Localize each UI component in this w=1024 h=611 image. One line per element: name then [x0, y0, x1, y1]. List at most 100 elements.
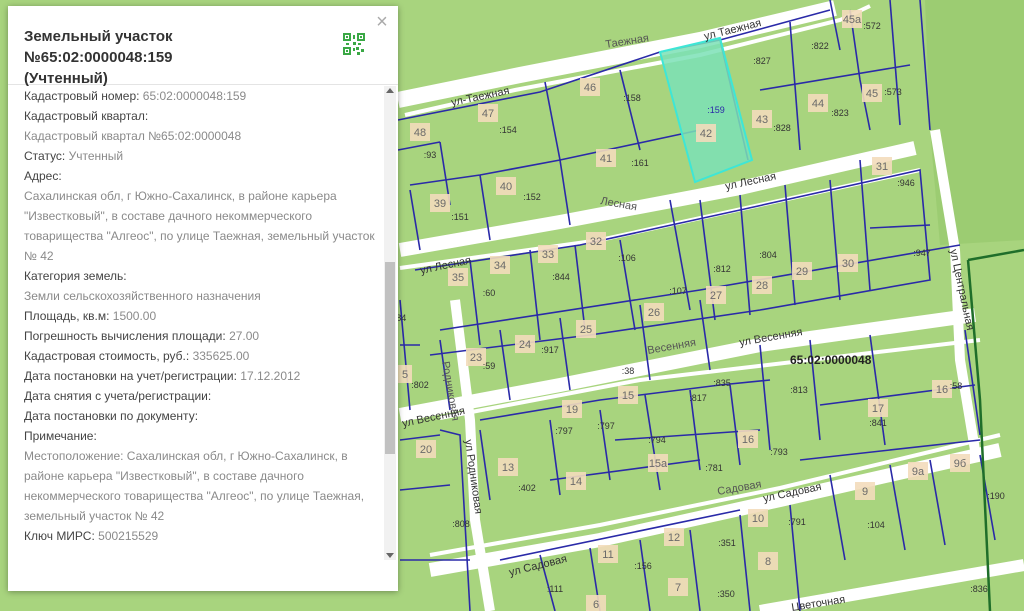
field-key: Кадастровый номер: — [24, 89, 143, 103]
parcel-code: :159 — [707, 105, 725, 115]
parcel-code: :152 — [523, 192, 541, 202]
parcel-info-popup: Земельный участок №65:02:0000048:159 (Уч… — [8, 6, 398, 591]
parcel-code: :154 — [499, 125, 517, 135]
field-area: Площадь, кв.м: 1500.00 — [24, 306, 379, 326]
plot-number: 45 — [866, 88, 878, 100]
field-note: Примечание: — [24, 426, 379, 446]
parcel-code: :828 — [773, 123, 791, 133]
plot-number: 16 — [936, 384, 948, 396]
field-cadastral-quarter: Кадастровый квартал: — [24, 106, 379, 126]
plot-number: 29 — [796, 266, 808, 278]
parcel-code: :797 — [555, 426, 573, 436]
field-key: Адрес: — [24, 169, 62, 183]
parcel-code: :917 — [541, 345, 559, 355]
plot-number: 27 — [710, 290, 722, 302]
plot-number: 26 — [648, 307, 660, 319]
field-key: Ключ МИРС: — [24, 529, 99, 543]
plot-number: 8 — [765, 556, 771, 568]
field-value: 65:02:0000048:159 — [142, 89, 247, 103]
plot-number: 46 — [584, 82, 596, 94]
quarter-label: 65:02:0000048 — [790, 353, 872, 367]
field-registration-date: Дата постановки на учет/регистрации: 17.… — [24, 366, 379, 386]
field-key: Категория земель: — [24, 269, 127, 283]
parcel-code: :841 — [869, 418, 887, 428]
parcel-code: :844 — [552, 272, 570, 282]
plot-number: 32 — [590, 236, 602, 248]
plot-number: 23 — [470, 352, 482, 364]
field-value: Учтенный — [68, 149, 124, 163]
scroll-up-arrow-icon[interactable] — [386, 88, 394, 93]
field-key: Дата снятия с учета/регистрации: — [24, 389, 212, 403]
plot-number: 43 — [756, 114, 768, 126]
field-key: Кадастровая стоимость, руб.: — [24, 349, 193, 363]
parcel-code: :93 — [424, 150, 437, 160]
field-land-category-value: Земли сельскохозяйственного назначения — [24, 289, 261, 303]
parcel-code: :813 — [790, 385, 808, 395]
field-value: 335625.00 — [192, 349, 250, 363]
field-document-date: Дата постановки по документу: — [24, 406, 379, 426]
parcel-code: :151 — [451, 212, 469, 222]
field-cadastral-number: Кадастровый номер: 65:02:0000048:159 — [24, 86, 379, 106]
field-address-value: Сахалинская обл, г Южно-Сахалинск, в рай… — [24, 189, 375, 263]
parcel-code: :58 — [950, 381, 963, 391]
close-icon[interactable]: × — [374, 12, 390, 32]
field-key: Дата постановки по документу: — [24, 409, 199, 423]
parcel-code: :946 — [897, 178, 915, 188]
parcel-code: :822 — [811, 41, 829, 51]
parcel-code: :59 — [483, 361, 496, 371]
parcel-code: :573 — [884, 87, 902, 97]
parcel-code: :350 — [717, 589, 735, 599]
popup-title: Земельный участок №65:02:0000048:159 (Уч… — [24, 26, 324, 89]
plot-number: 45а — [843, 14, 862, 26]
field-address: Адрес: — [24, 166, 379, 186]
plot-number: 35 — [452, 272, 464, 284]
plot-number: 33 — [542, 249, 554, 261]
plot-number: 20 — [420, 444, 432, 456]
parcel-code: :107 — [669, 286, 687, 296]
field-status: Статус: Учтенный — [24, 146, 379, 166]
popup-header: Земельный участок №65:02:0000048:159 (Уч… — [8, 6, 398, 87]
plot-number: 14 — [570, 476, 582, 488]
plot-number: 9 — [862, 486, 868, 498]
plot-number: 17 — [872, 403, 884, 415]
scroll-down-arrow-icon[interactable] — [386, 553, 394, 558]
scrollbar-thumb[interactable] — [385, 262, 395, 454]
popup-body: Кадастровый номер: 65:02:0000048:159 Кад… — [24, 86, 379, 566]
field-cadastral-quarter-value: Кадастровый квартал №65:02:0000048 — [24, 129, 242, 143]
plot-number: 24 — [519, 339, 531, 351]
parcel-code: :812 — [713, 264, 731, 274]
plot-number: 11 — [602, 549, 613, 561]
parcel-code: :351 — [718, 538, 736, 548]
parcel-code: :38 — [622, 366, 635, 376]
parcel-code: :60 — [483, 288, 496, 298]
plot-number: 39 — [434, 198, 446, 210]
field-value: 17.12.2012 — [240, 369, 301, 383]
field-value: 27.00 — [229, 329, 260, 343]
plot-number: 12 — [668, 532, 680, 544]
field-mirs-key: Ключ МИРС: 500215529 — [24, 526, 379, 546]
field-value: 1500.00 — [112, 309, 157, 323]
parcel-title: Земельный участок №65:02:0000048:159 — [24, 28, 173, 66]
plot-number: 7 — [675, 582, 681, 594]
plot-number: 9а — [912, 466, 925, 478]
parcel-code: :808 — [452, 519, 470, 529]
plot-number: 15 — [622, 390, 634, 402]
parcel-code: :781 — [705, 463, 723, 473]
parcel-code: :158 — [623, 93, 641, 103]
field-key: Погрешность вычисления площади: — [24, 329, 230, 343]
plot-number: 13 — [502, 462, 514, 474]
parcel-code: :161 — [631, 158, 649, 168]
field-cadastral-value: Кадастровая стоимость, руб.: 335625.00 — [24, 346, 379, 366]
parcel-code: :836 — [970, 584, 988, 594]
popup-scrollbar[interactable] — [384, 86, 396, 560]
parcel-code: :947 — [913, 248, 931, 258]
parcel-code: :802 — [411, 380, 429, 390]
plot-number: 9б — [954, 458, 966, 470]
parcel-code: :190 — [987, 491, 1005, 501]
field-value: 500215529 — [98, 529, 159, 543]
parcel-code: :823 — [831, 108, 849, 118]
qr-code-icon[interactable] — [343, 33, 365, 55]
plot-number: 16 — [742, 434, 754, 446]
parcel-code: :572 — [863, 21, 881, 31]
field-key: Площадь, кв.м: — [24, 309, 113, 323]
